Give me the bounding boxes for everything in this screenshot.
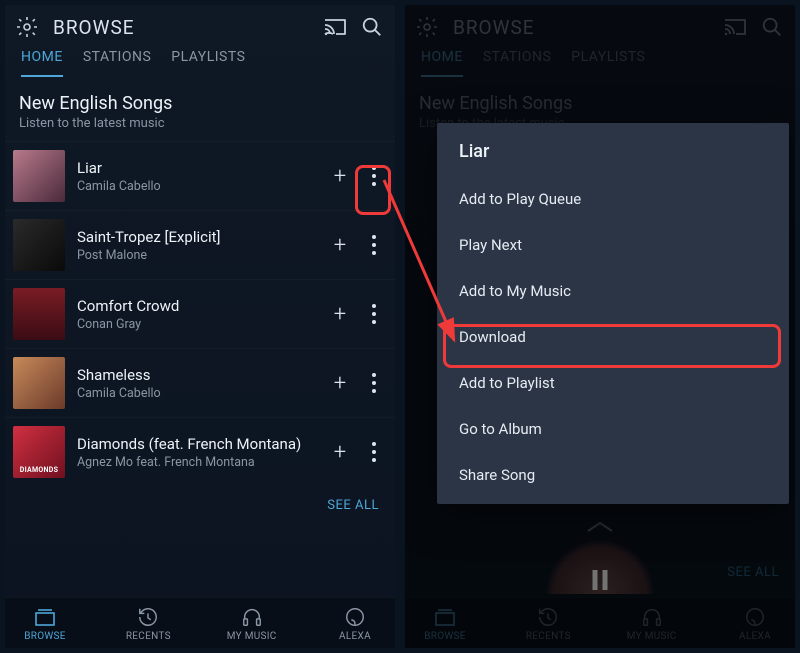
- page-title: BROWSE: [453, 16, 709, 39]
- top-bar: BROWSE: [5, 5, 395, 45]
- alexa-icon: [344, 606, 366, 628]
- context-menu: Liar Add to Play Queue Play Next Add to …: [437, 123, 789, 504]
- song-title: Shameless: [77, 366, 327, 384]
- cast-button[interactable]: [723, 17, 747, 37]
- nav-browse[interactable]: BROWSE: [17, 606, 73, 642]
- see-all-link[interactable]: SEE ALL: [5, 486, 395, 525]
- menu-download[interactable]: Download: [437, 314, 789, 360]
- tab-home[interactable]: HOME: [21, 49, 63, 77]
- album-art: [13, 150, 65, 202]
- section-header: New English Songs Listen to the latest m…: [5, 77, 395, 141]
- song-row[interactable]: Liar Camila Cabello +: [5, 141, 395, 210]
- album-art: [13, 426, 65, 478]
- song-artist: Camila Cabello: [77, 386, 327, 401]
- tab-bar: HOME STATIONS PLAYLISTS: [5, 45, 395, 77]
- more-button[interactable]: [363, 159, 385, 193]
- headphones-icon: [641, 606, 663, 628]
- add-button[interactable]: +: [327, 164, 353, 189]
- context-menu-title: Liar: [437, 123, 789, 176]
- song-row[interactable]: Diamonds (feat. French Montana) Agnez Mo…: [5, 417, 395, 486]
- pause-button[interactable]: [593, 570, 608, 590]
- tab-stations[interactable]: STATIONS: [483, 49, 551, 77]
- menu-share-song[interactable]: Share Song: [437, 452, 789, 498]
- nav-label: ALEXA: [739, 631, 771, 642]
- bottom-nav: BROWSE RECENTS MY MUSIC ALEXA: [5, 597, 395, 648]
- settings-button[interactable]: [15, 15, 39, 39]
- page-title: BROWSE: [53, 16, 309, 39]
- settings-button[interactable]: [415, 15, 439, 39]
- nav-label: BROWSE: [424, 631, 466, 642]
- add-button[interactable]: +: [327, 302, 353, 327]
- nav-label: MY MUSIC: [627, 631, 677, 642]
- top-bar: BROWSE: [405, 5, 795, 45]
- song-title: Diamonds (feat. French Montana): [77, 435, 327, 453]
- song-row[interactable]: Comfort Crowd Conan Gray +: [5, 279, 395, 348]
- recents-icon: [137, 606, 159, 628]
- song-row[interactable]: Saint-Tropez [Explicit] Post Malone +: [5, 210, 395, 279]
- tab-stations[interactable]: STATIONS: [83, 49, 151, 77]
- song-artist: Camila Cabello: [77, 179, 327, 194]
- section-title: New English Songs: [19, 93, 381, 114]
- menu-add-to-playlist[interactable]: Add to Playlist: [437, 360, 789, 406]
- tab-bar: HOME STATIONS PLAYLISTS: [405, 45, 795, 77]
- headphones-icon: [241, 606, 263, 628]
- nav-browse[interactable]: BROWSE: [417, 606, 473, 642]
- album-art: [13, 219, 65, 271]
- menu-add-to-my-music[interactable]: Add to My Music: [437, 268, 789, 314]
- search-button[interactable]: [361, 16, 383, 38]
- browse-icon: [34, 606, 56, 628]
- album-art: [13, 357, 65, 409]
- see-all-link[interactable]: SEE ALL: [711, 553, 795, 592]
- more-button[interactable]: [363, 435, 385, 469]
- album-art: [13, 288, 65, 340]
- song-info: Liar Camila Cabello: [65, 159, 327, 194]
- nav-alexa[interactable]: ALEXA: [727, 606, 783, 642]
- right-screenshot: BROWSE HOME STATIONS PLAYLISTS New Engli…: [405, 5, 795, 648]
- nav-label: RECENTS: [526, 631, 571, 642]
- left-screenshot: BROWSE HOME STATIONS PLAYLISTS New Engli…: [5, 5, 395, 648]
- nav-label: ALEXA: [339, 631, 371, 642]
- menu-go-to-album[interactable]: Go to Album: [437, 406, 789, 452]
- tab-home[interactable]: HOME: [421, 49, 463, 77]
- more-button[interactable]: [363, 228, 385, 262]
- nav-label: RECENTS: [126, 631, 171, 642]
- song-artist: Post Malone: [77, 248, 327, 263]
- nav-mymusic[interactable]: MY MUSIC: [224, 606, 280, 642]
- add-button[interactable]: +: [327, 233, 353, 258]
- cast-button[interactable]: [323, 17, 347, 37]
- song-artist: Conan Gray: [77, 317, 327, 332]
- nav-label: BROWSE: [24, 631, 66, 642]
- song-title: Comfort Crowd: [77, 297, 327, 315]
- nav-label: MY MUSIC: [227, 631, 277, 642]
- song-title: Liar: [77, 159, 327, 177]
- more-button[interactable]: [363, 297, 385, 331]
- add-button[interactable]: +: [327, 440, 353, 465]
- section-subtitle: Listen to the latest music: [19, 116, 381, 131]
- menu-add-to-play-queue[interactable]: Add to Play Queue: [437, 176, 789, 222]
- section-title: New English Songs: [419, 93, 781, 114]
- tab-playlists[interactable]: PLAYLISTS: [171, 49, 245, 77]
- add-button[interactable]: +: [327, 371, 353, 396]
- song-title: Saint-Tropez [Explicit]: [77, 228, 327, 246]
- nav-recents[interactable]: RECENTS: [120, 606, 176, 642]
- browse-icon: [434, 606, 456, 628]
- nav-alexa[interactable]: ALEXA: [327, 606, 383, 642]
- alexa-icon: [744, 606, 766, 628]
- menu-play-next[interactable]: Play Next: [437, 222, 789, 268]
- more-button[interactable]: [363, 366, 385, 400]
- chevron-up-icon[interactable]: [585, 519, 615, 538]
- song-artist: Agnez Mo feat. French Montana: [77, 455, 327, 470]
- song-list: Liar Camila Cabello + Saint-Tropez [Expl…: [5, 141, 395, 597]
- nav-mymusic[interactable]: MY MUSIC: [624, 606, 680, 642]
- bottom-nav: BROWSE RECENTS MY MUSIC ALEXA: [405, 597, 795, 648]
- tab-playlists[interactable]: PLAYLISTS: [571, 49, 645, 77]
- song-row[interactable]: Shameless Camila Cabello +: [5, 348, 395, 417]
- nav-recents[interactable]: RECENTS: [520, 606, 576, 642]
- recents-icon: [537, 606, 559, 628]
- search-button[interactable]: [761, 16, 783, 38]
